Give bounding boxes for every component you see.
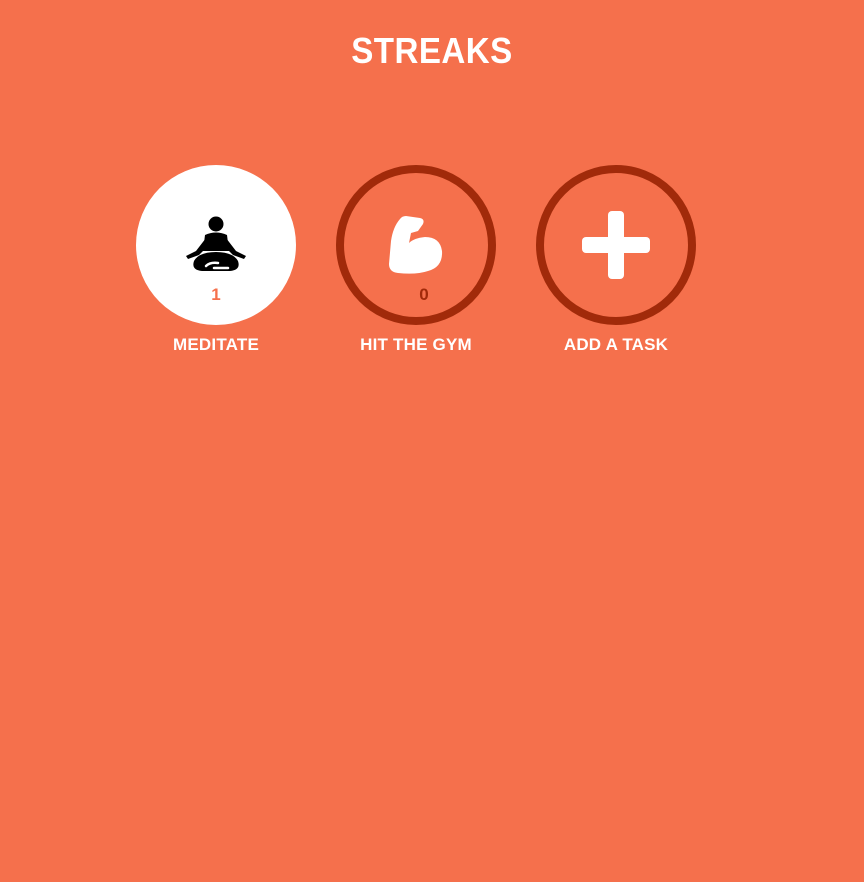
plus-icon xyxy=(582,211,650,279)
task-circle-hit-the-gym[interactable]: 0 xyxy=(336,165,496,325)
streak-count: 0 xyxy=(419,285,429,304)
task-grid: 1 MEDITATE 0 HIT THE GYM ADD A TASK xyxy=(0,165,864,365)
add-task-button[interactable]: ADD A TASK xyxy=(536,165,696,365)
app-title: STREAKS xyxy=(351,30,513,71)
task-label: HIT THE GYM xyxy=(360,335,472,354)
task-label: ADD A TASK xyxy=(563,335,669,354)
task-label: MEDITATE xyxy=(173,335,259,354)
streak-count: 1 xyxy=(211,285,221,304)
meditation-icon xyxy=(186,216,246,271)
task-circle-meditate[interactable]: 1 xyxy=(136,165,296,325)
add-task-circle[interactable] xyxy=(536,165,696,325)
flexed-biceps-icon xyxy=(389,216,443,274)
task-hit-the-gym[interactable]: 0 HIT THE GYM xyxy=(336,165,496,365)
task-meditate[interactable]: 1 MEDITATE xyxy=(136,165,296,365)
